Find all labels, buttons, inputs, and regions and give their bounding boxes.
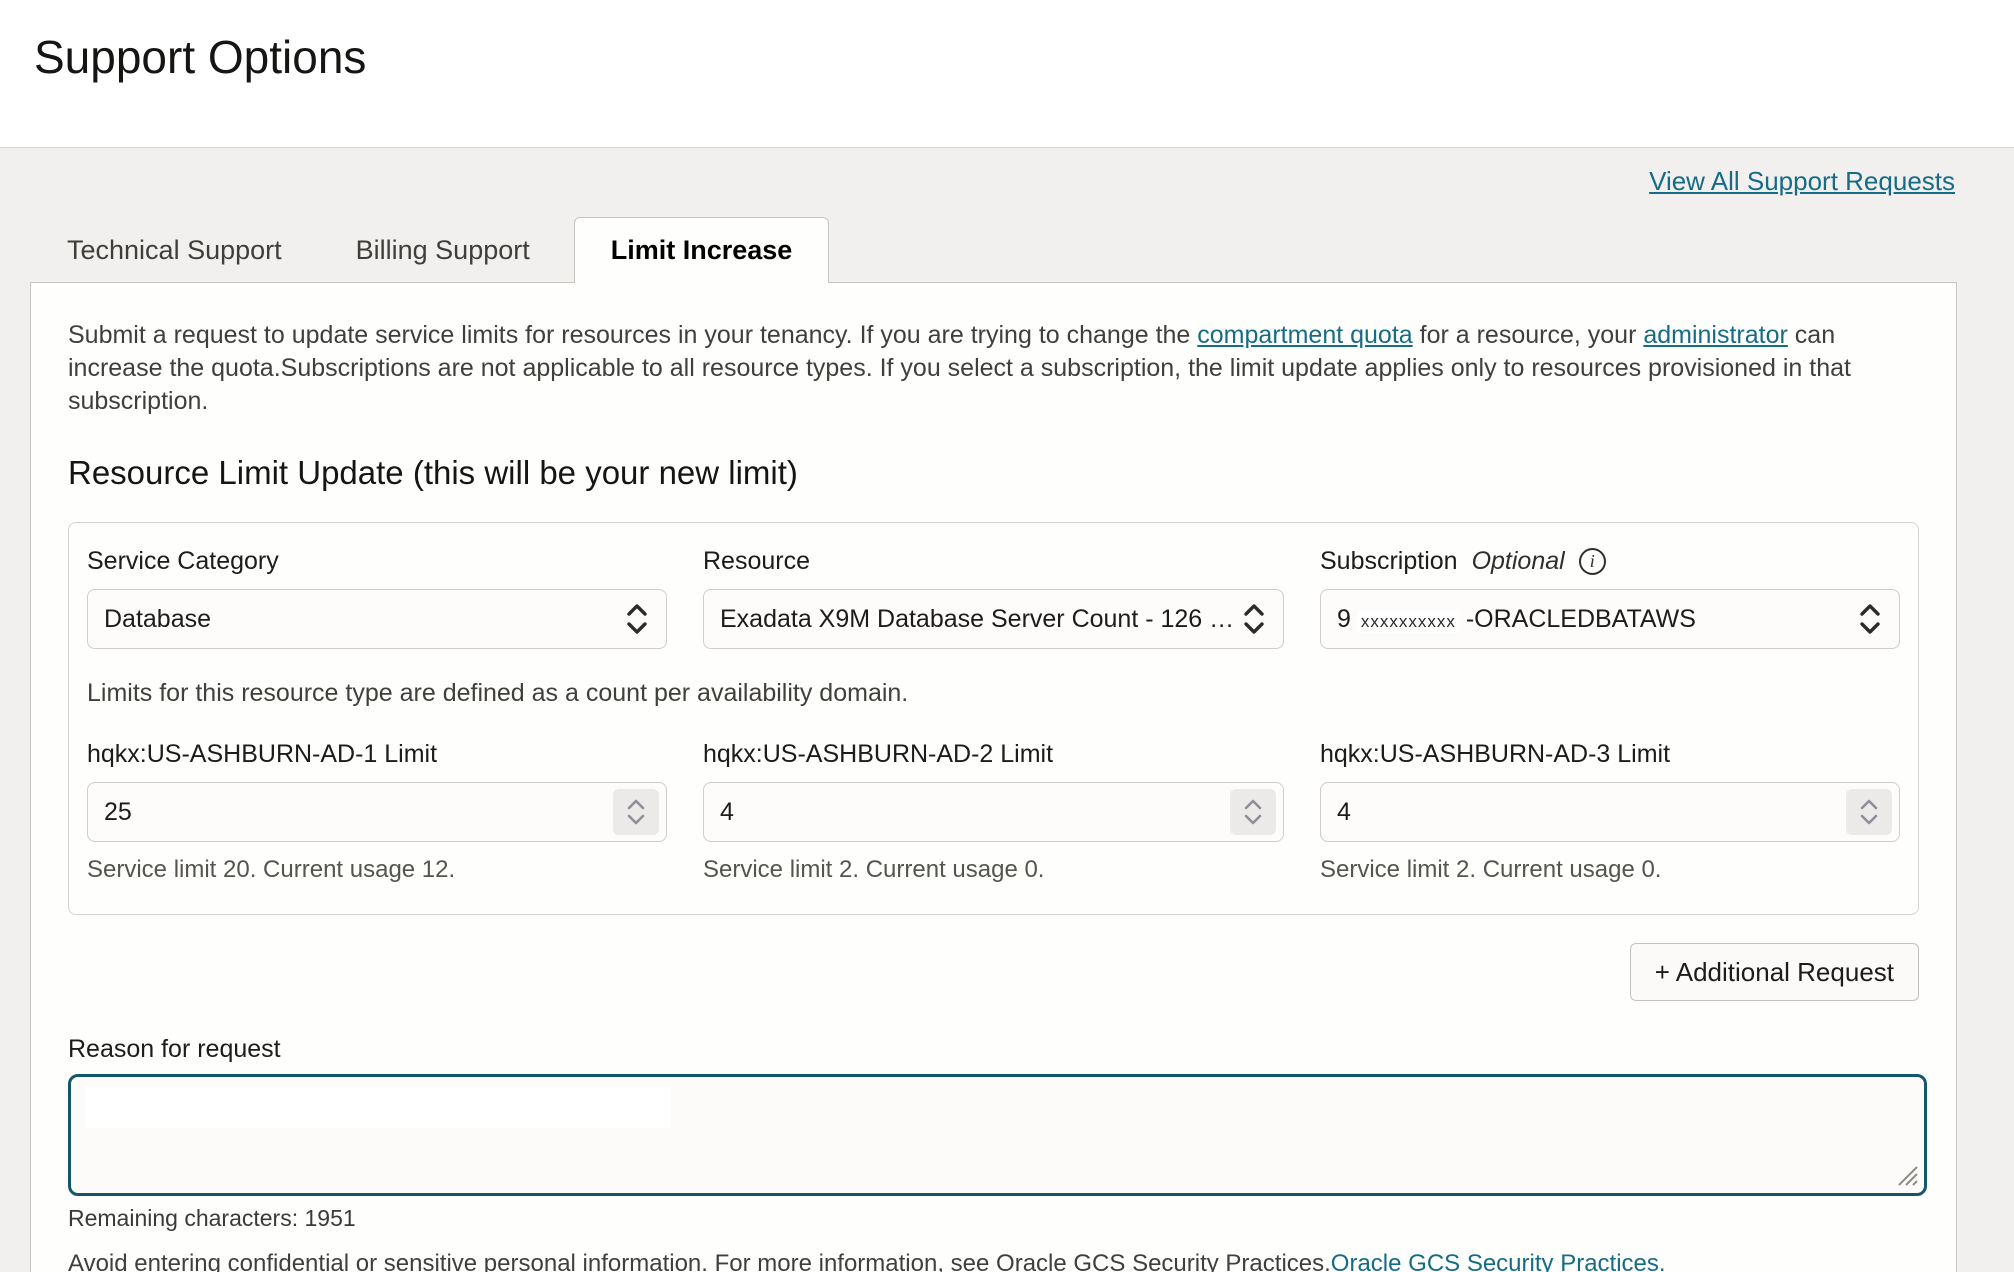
resource-label: Resource — [703, 547, 1284, 576]
service-category-label: Service Category — [87, 547, 667, 576]
limits-note: Limits for this resource type are define… — [87, 679, 1900, 708]
ad2-limit-field: hqkx:US-ASHBURN-AD-2 Limit Service limit… — [703, 740, 1284, 884]
tab-billing-support[interactable]: Billing Support — [326, 218, 560, 282]
ad1-limit-inputwrap — [87, 782, 667, 842]
link-row: View All Support Requests — [0, 166, 2014, 200]
subscription-value-suffix: -ORACLEDBATAWS — [1466, 605, 1696, 633]
service-category-select[interactable]: Database — [87, 589, 667, 649]
ad3-limit-field: hqkx:US-ASHBURN-AD-3 Limit Service limit… — [1320, 740, 1900, 884]
tab-bar: Technical Support Billing Support Limit … — [37, 216, 2014, 282]
reason-for-request-label: Reason for request — [68, 1035, 1919, 1064]
app-header: Support Options — [0, 0, 2014, 148]
ad-limits-row: hqkx:US-ASHBURN-AD-1 Limit Service limit… — [87, 740, 1900, 884]
resource-field: Resource Exadata X9M Database Server Cou… — [703, 547, 1284, 649]
selectors-row: Service Category Database Resource Exada… — [87, 547, 1900, 649]
resource-select[interactable]: Exadata X9M Database Server Count - 126 … — [703, 589, 1284, 649]
ad3-limit-input[interactable] — [1320, 782, 1900, 842]
service-category-field: Service Category Database — [87, 547, 667, 649]
page-body: View All Support Requests Technical Supp… — [0, 148, 2014, 1272]
service-category-value: Database — [104, 605, 616, 634]
button-row: + Additional Request — [68, 943, 1919, 1001]
ad1-stepper[interactable] — [613, 789, 659, 835]
ad1-limit-field: hqkx:US-ASHBURN-AD-1 Limit Service limit… — [87, 740, 667, 884]
reason-textarea[interactable] — [71, 1077, 1924, 1193]
ad2-limit-input[interactable] — [703, 782, 1284, 842]
stepper-chevrons-icon — [625, 796, 647, 828]
select-chevrons-icon — [624, 600, 650, 638]
intro-paragraph: Submit a request to update service limit… — [68, 319, 1898, 418]
ad1-limit-label: hqkx:US-ASHBURN-AD-1 Limit — [87, 740, 667, 769]
ad2-limit-inputwrap — [703, 782, 1284, 842]
tab-limit-increase[interactable]: Limit Increase — [574, 217, 830, 283]
resource-limit-update-heading: Resource Limit Update (this will be your… — [68, 454, 1919, 492]
stepper-chevrons-icon — [1242, 796, 1264, 828]
reason-textarea-wrap — [68, 1074, 1927, 1196]
security-notice-text: Avoid entering confidential or sensitive… — [68, 1250, 1331, 1272]
subscription-label-row: Subscription Optional i — [1320, 547, 1900, 576]
ad2-helper-text: Service limit 2. Current usage 0. — [703, 856, 1284, 884]
limit-request-card: Service Category Database Resource Exada… — [68, 522, 1919, 915]
resource-value: Exadata X9M Database Server Count - 126 … — [720, 605, 1233, 634]
administrator-link[interactable]: administrator — [1643, 321, 1788, 349]
limit-increase-panel: Submit a request to update service limit… — [30, 282, 1957, 1272]
subscription-value: 9 xxxxxxxxxx -ORACLEDBATAWS — [1337, 605, 1849, 634]
intro-text-2: for a resource, your — [1413, 321, 1644, 349]
subscription-optional-tag: Optional — [1472, 547, 1565, 576]
ad2-limit-label: hqkx:US-ASHBURN-AD-2 Limit — [703, 740, 1284, 769]
subscription-label: Subscription — [1320, 547, 1458, 576]
ad3-limit-label: hqkx:US-ASHBURN-AD-3 Limit — [1320, 740, 1900, 769]
ad3-helper-text: Service limit 2. Current usage 0. — [1320, 856, 1900, 884]
subscription-select[interactable]: 9 xxxxxxxxxx -ORACLEDBATAWS — [1320, 589, 1900, 649]
security-notice: Avoid entering confidential or sensitive… — [68, 1250, 1919, 1272]
ad3-stepper[interactable] — [1846, 789, 1892, 835]
view-all-support-requests-link[interactable]: View All Support Requests — [1649, 166, 1955, 196]
subscription-value-masked: xxxxxxxxxx — [1358, 610, 1459, 633]
ad1-helper-text: Service limit 20. Current usage 12. — [87, 856, 667, 884]
remaining-characters-text: Remaining characters: 1951 — [68, 1205, 1919, 1232]
additional-request-button[interactable]: + Additional Request — [1630, 943, 1919, 1001]
tab-technical-support[interactable]: Technical Support — [37, 218, 312, 282]
ad3-limit-inputwrap — [1320, 782, 1900, 842]
ad1-limit-input[interactable] — [87, 782, 667, 842]
resize-handle-icon[interactable] — [1893, 1163, 1919, 1189]
info-icon[interactable]: i — [1579, 548, 1606, 575]
select-chevrons-icon — [1857, 600, 1883, 638]
subscription-value-prefix: 9 — [1337, 605, 1351, 633]
select-chevrons-icon — [1241, 600, 1267, 638]
ad2-stepper[interactable] — [1230, 789, 1276, 835]
gcs-security-practices-link[interactable]: Oracle GCS Security Practices. — [1331, 1250, 1666, 1272]
page-title: Support Options — [34, 30, 2014, 84]
compartment-quota-link[interactable]: compartment quota — [1197, 321, 1412, 349]
subscription-field: Subscription Optional i 9 xxxxxxxxxx -OR… — [1320, 547, 1900, 649]
stepper-chevrons-icon — [1858, 796, 1880, 828]
intro-text-1: Submit a request to update service limit… — [68, 321, 1197, 349]
